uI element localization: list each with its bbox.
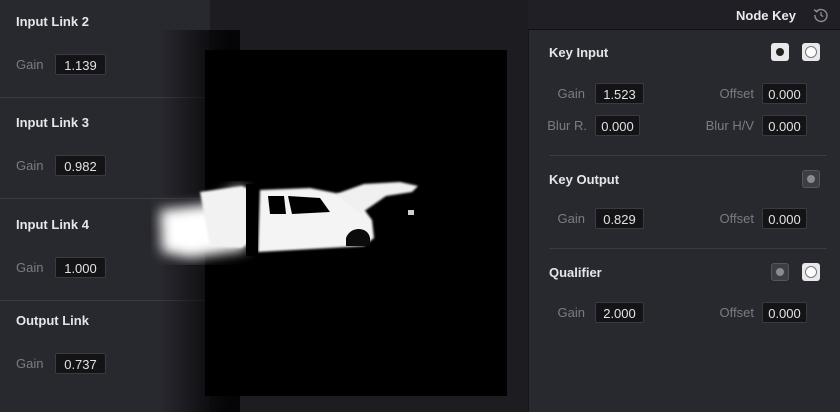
dot-icon <box>776 268 784 276</box>
divider <box>549 248 827 249</box>
dot-icon <box>776 48 784 56</box>
key-input-offset-label: Offset <box>719 86 754 101</box>
input-link-4-gain-field[interactable]: 1.000 <box>55 257 106 278</box>
panel-title: Node Key <box>736 8 796 23</box>
qualifier-gain-field[interactable]: 2.000 <box>595 302 644 323</box>
circle-icon <box>805 266 817 278</box>
panel-header: Node Key <box>528 0 840 30</box>
qualifier-matte-toggle[interactable] <box>771 263 789 281</box>
key-input-blur-r-field[interactable]: 0.000 <box>595 115 640 136</box>
key-input-gain-label: Gain <box>557 86 585 101</box>
circle-icon <box>805 46 817 58</box>
key-output-gain-field[interactable]: 0.829 <box>595 208 644 229</box>
qualifier-invert-toggle[interactable] <box>802 263 820 281</box>
section-title: Output Link <box>16 313 89 328</box>
key-input-blur-hv-label: Blur H/V <box>705 118 754 133</box>
dot-icon <box>807 175 815 183</box>
key-output-offset-label: Offset <box>719 211 754 226</box>
section-title: Input Link 3 <box>16 115 89 130</box>
section-title: Input Link 2 <box>16 14 89 29</box>
qualifier-offset-label: Offset <box>719 305 754 320</box>
key-input-blur-hv-field[interactable]: 0.000 <box>762 115 807 136</box>
key-input-blur-r-label: Blur R. <box>547 118 587 133</box>
key-output-toggle[interactable] <box>802 170 820 188</box>
gain-label: Gain <box>16 158 44 173</box>
key-input-offset-field[interactable]: 0.000 <box>762 83 807 104</box>
qualifier-gain-label: Gain <box>557 305 585 320</box>
key-input-gain-field[interactable]: 1.523 <box>595 83 644 104</box>
gain-label: Gain <box>16 356 44 371</box>
key-input-invert-toggle[interactable] <box>802 43 820 61</box>
key-matte-image <box>160 182 418 258</box>
input-link-3-gain-field[interactable]: 0.982 <box>55 155 106 176</box>
key-output-title: Key Output <box>549 172 620 187</box>
input-link-2-gain-field[interactable]: 1.139 <box>55 54 106 75</box>
section-title: Input Link 4 <box>16 217 89 232</box>
divider <box>549 155 827 156</box>
reset-history-icon[interactable] <box>812 6 830 24</box>
output-link-gain-field[interactable]: 0.737 <box>55 353 106 374</box>
gain-label: Gain <box>16 260 44 275</box>
qualifier-title: Qualifier <box>549 265 602 280</box>
key-output-offset-field[interactable]: 0.000 <box>762 208 807 229</box>
key-input-title: Key Input <box>549 45 609 60</box>
node-key-panel: Key Input Gain 1.523 Offset 0.000 Blur R… <box>528 0 840 412</box>
key-output-gain-label: Gain <box>557 211 585 226</box>
gain-label: Gain <box>16 57 44 72</box>
key-input-matte-toggle[interactable] <box>771 43 789 61</box>
qualifier-offset-field[interactable]: 0.000 <box>762 302 807 323</box>
